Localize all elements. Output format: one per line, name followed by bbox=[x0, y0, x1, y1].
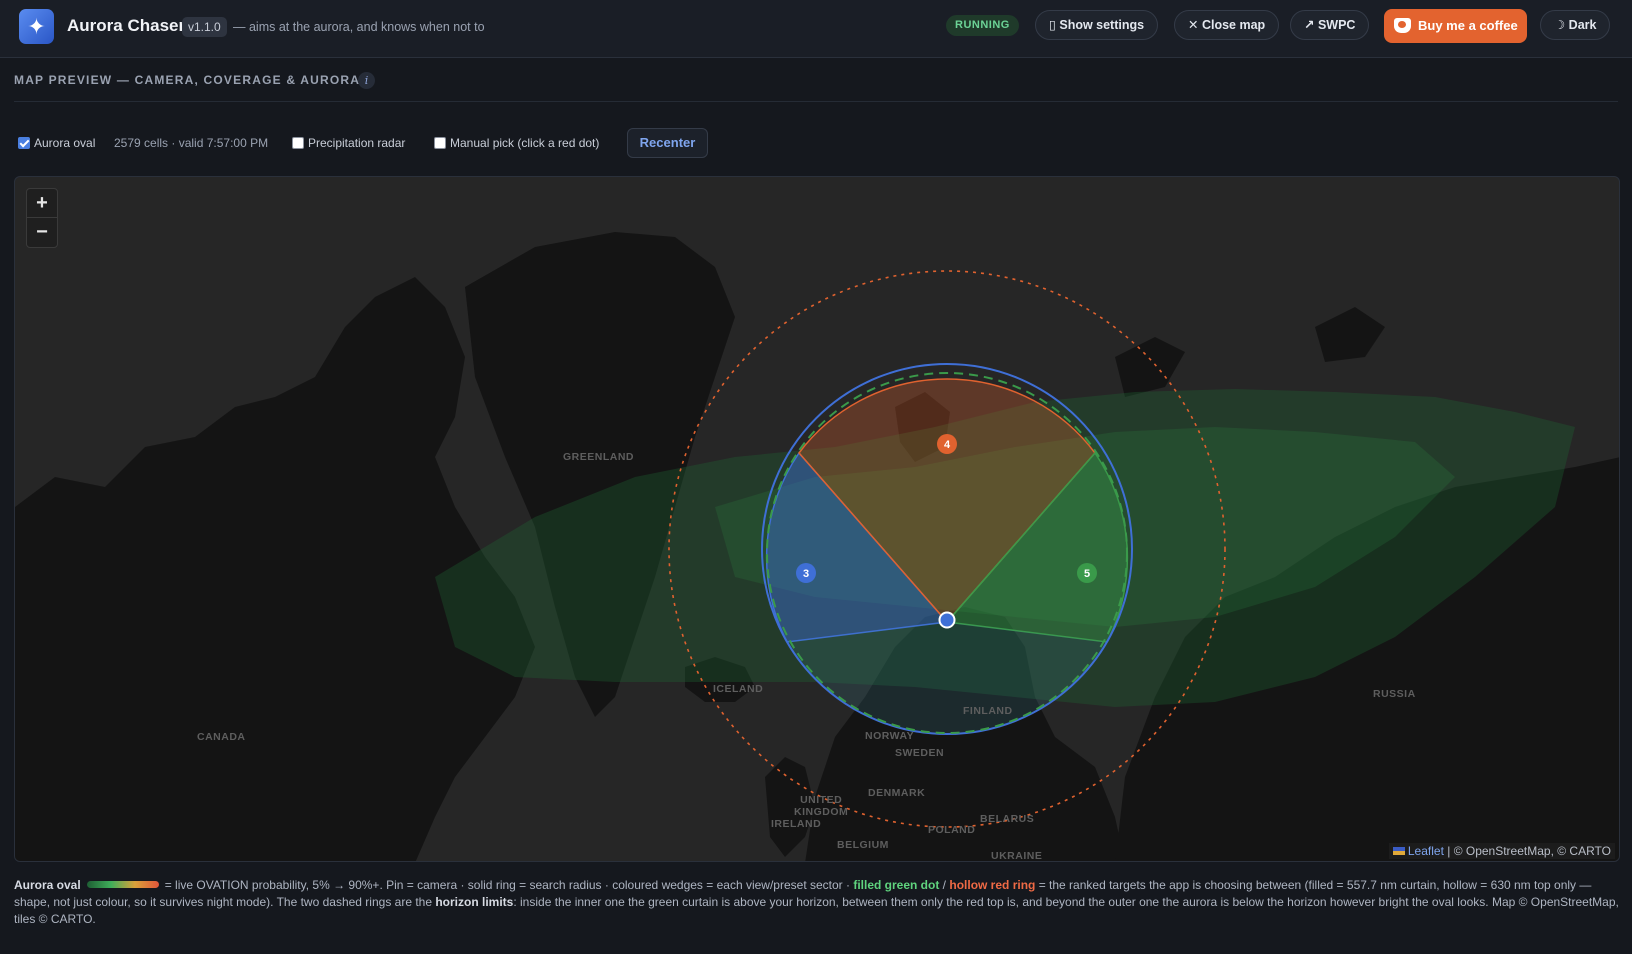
map-label-canada: CANADA bbox=[197, 731, 246, 743]
show-settings-button[interactable]: ▯ Show settings bbox=[1035, 10, 1159, 40]
leaflet-link[interactable]: Leaflet bbox=[1408, 844, 1444, 858]
map-label-greenland: GREENLAND bbox=[563, 451, 635, 463]
wedge-3-marker[interactable]: 3 bbox=[796, 563, 816, 583]
legend-gradient bbox=[86, 881, 159, 888]
map-label-iceland: ICELAND bbox=[713, 683, 764, 695]
app-header: ✦ Aurora Chaser v1.1.0 — aims at the aur… bbox=[0, 0, 1632, 58]
legend-separator: / bbox=[939, 878, 950, 892]
map-label-belgium: BELGIUM bbox=[837, 839, 889, 851]
aurora-oval-label: Aurora oval bbox=[34, 136, 96, 150]
map-label-belarus: BELARUS bbox=[980, 813, 1035, 825]
map-label-ireland: IRELAND bbox=[771, 818, 822, 830]
map-canvas[interactable]: 3 4 5 bbox=[15, 177, 1620, 862]
map-attribution: Leaflet | © OpenStreetMap, © CARTO bbox=[1388, 843, 1615, 859]
precipitation-label: Precipitation radar bbox=[308, 136, 406, 150]
info-icon[interactable]: i bbox=[358, 72, 375, 89]
precipitation-checkbox[interactable] bbox=[292, 137, 304, 149]
map-label-ukraine: UKRAINE bbox=[991, 850, 1043, 862]
zoom-in-button[interactable]: + bbox=[27, 189, 57, 218]
novaya-zemlya-landmass bbox=[1115, 337, 1185, 397]
manual-pick-label: Manual pick (click a red dot) bbox=[450, 136, 600, 150]
map-label-finland: FINLAND bbox=[963, 705, 1013, 717]
swpc-link-button[interactable]: ↗ SWPC bbox=[1290, 10, 1370, 40]
legend-horizon-limits: horizon limits bbox=[435, 895, 514, 909]
app-title: Aurora Chaser bbox=[67, 16, 186, 35]
version-badge: v1.1.0 bbox=[182, 17, 227, 37]
section-divider bbox=[14, 101, 1618, 102]
manual-pick-toggle[interactable]: Manual pick (click a red dot) bbox=[434, 136, 599, 150]
coffee-icon bbox=[1394, 18, 1411, 33]
theme-toggle-button[interactable]: ☽ Dark bbox=[1540, 10, 1611, 40]
legend-label: Aurora oval bbox=[14, 878, 81, 892]
zoom-control: + − bbox=[26, 188, 58, 248]
close-map-button[interactable]: ✕ Close map bbox=[1174, 10, 1280, 40]
legend-green-dot: filled green dot bbox=[853, 878, 940, 892]
map-label-norway: NORWAY bbox=[865, 730, 915, 742]
map-label-denmark: DENMARK bbox=[868, 787, 926, 799]
ukraine-flag-icon bbox=[1392, 847, 1405, 855]
wedge-5-marker[interactable]: 5 bbox=[1077, 563, 1097, 583]
app-tagline: — aims at the aurora, and knows when not… bbox=[233, 20, 485, 34]
precipitation-toggle[interactable]: Precipitation radar bbox=[292, 136, 405, 150]
cells-info: 2579 cells · valid 7:57:00 PM bbox=[114, 136, 269, 150]
map-label-sweden: SWEDEN bbox=[895, 747, 945, 759]
legend-red-ring: hollow red ring bbox=[949, 878, 1036, 892]
buy-coffee-button[interactable]: Buy me a coffee bbox=[1384, 9, 1527, 43]
map-legend: Aurora oval = live OVATION probability, 5… bbox=[14, 877, 1620, 928]
map-view[interactable]: 3 4 5 GREENLAND CANADA ICELAND NORWAY SW… bbox=[14, 176, 1620, 862]
map-label-poland: POLAND bbox=[928, 824, 976, 836]
legend-text-1: = live OVATION probability, 5% → 90%+. P… bbox=[164, 878, 854, 892]
manual-pick-checkbox[interactable] bbox=[434, 137, 446, 149]
wedge-4-marker[interactable]: 4 bbox=[937, 434, 957, 454]
arctic-islands-landmass bbox=[1315, 307, 1385, 362]
attribution-text: | © OpenStreetMap, © CARTO bbox=[1443, 844, 1611, 858]
app-logo-icon: ✦ bbox=[19, 9, 54, 44]
aurora-oval-checkbox[interactable] bbox=[18, 137, 30, 149]
wedge-4-number: 4 bbox=[944, 439, 951, 451]
buy-coffee-label: Buy me a coffee bbox=[1418, 18, 1518, 33]
camera-pin[interactable] bbox=[938, 611, 956, 629]
section-title: MAP PREVIEW — CAMERA, COVERAGE & AURORA bbox=[14, 73, 361, 87]
map-label-united-kingdom: UNITED KINGDOM bbox=[794, 794, 849, 818]
aurora-oval-toggle[interactable]: Aurora oval bbox=[18, 136, 95, 150]
map-label-russia: RUSSIA bbox=[1373, 688, 1416, 700]
wedge-south-sector bbox=[787, 622, 1107, 735]
recenter-button[interactable]: Recenter bbox=[627, 128, 708, 158]
status-badge: RUNNING bbox=[946, 15, 1019, 36]
wedge-5-number: 5 bbox=[1084, 568, 1090, 580]
wedge-3-number: 3 bbox=[803, 568, 809, 580]
zoom-out-button[interactable]: − bbox=[27, 218, 57, 247]
